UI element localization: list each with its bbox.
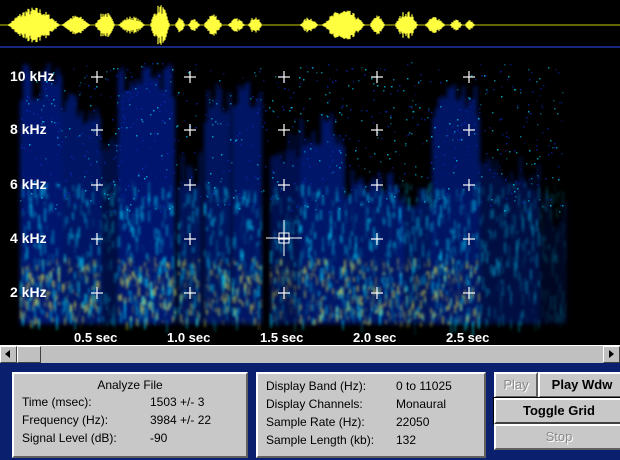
arrow-right-icon <box>609 350 614 358</box>
control-panel: Analyze File Time (msec): 1503 +/- 3 Fre… <box>0 363 620 460</box>
waveform-display[interactable] <box>0 0 620 52</box>
scroll-left-button[interactable] <box>0 346 17 363</box>
play-button[interactable]: Play <box>494 372 538 398</box>
toggle-grid-button[interactable]: Toggle Grid <box>493 397 620 425</box>
spectrogram-display[interactable]: 10 kHz 8 kHz 6 kHz 4 kHz 2 kHz 0.5 sec 1… <box>0 52 620 344</box>
freq-label-8k: 8 kHz <box>10 121 47 137</box>
time-value: 1503 +/- 3 <box>150 395 205 409</box>
horizontal-scrollbar[interactable] <box>0 345 620 363</box>
scrollbar-thumb[interactable] <box>17 346 41 363</box>
analyze-file-title: Analyze File <box>97 378 163 392</box>
signal-level-value: -90 <box>150 431 168 445</box>
freq-label-10k: 10 kHz <box>10 68 54 84</box>
play-window-button[interactable]: Play Wdw <box>538 372 620 398</box>
sample-length-label: Sample Length (kb): <box>266 433 375 447</box>
display-info-box: Display Band (Hz): 0 to 11025 Display Ch… <box>256 372 486 458</box>
sample-rate-label: Sample Rate (Hz): <box>266 415 365 429</box>
scroll-right-button[interactable] <box>603 346 620 363</box>
time-label-1-0: 1.0 sec <box>167 330 210 344</box>
signal-level-label: Signal Level (dB): <box>22 431 117 445</box>
freq-label-4k: 4 kHz <box>10 230 47 246</box>
analyze-file-box: Analyze File Time (msec): 1503 +/- 3 Fre… <box>12 372 248 458</box>
sample-rate-value: 22050 <box>396 415 430 429</box>
time-label-1-5: 1.5 sec <box>260 330 303 344</box>
time-label-2-5: 2.5 sec <box>446 330 489 344</box>
time-label-0-5: 0.5 sec <box>74 330 117 344</box>
stop-button[interactable]: Stop <box>494 424 620 450</box>
freq-label-2k: 2 kHz <box>10 284 47 300</box>
sample-length-value: 132 <box>396 433 417 447</box>
freq-label-6k: 6 kHz <box>10 176 47 192</box>
time-label: Time (msec): <box>22 395 92 409</box>
display-band-label: Display Band (Hz): <box>266 379 367 393</box>
display-channels-label: Display Channels: <box>266 397 363 411</box>
frequency-label: Frequency (Hz): <box>22 413 109 427</box>
frequency-value: 3984 +/- 22 <box>150 413 212 427</box>
display-channels-value: Monaural <box>396 397 447 411</box>
display-band-value: 0 to 11025 <box>396 379 452 393</box>
arrow-left-icon <box>5 350 10 358</box>
waveform-trace <box>8 5 475 45</box>
time-label-2-0: 2.0 sec <box>353 330 396 344</box>
